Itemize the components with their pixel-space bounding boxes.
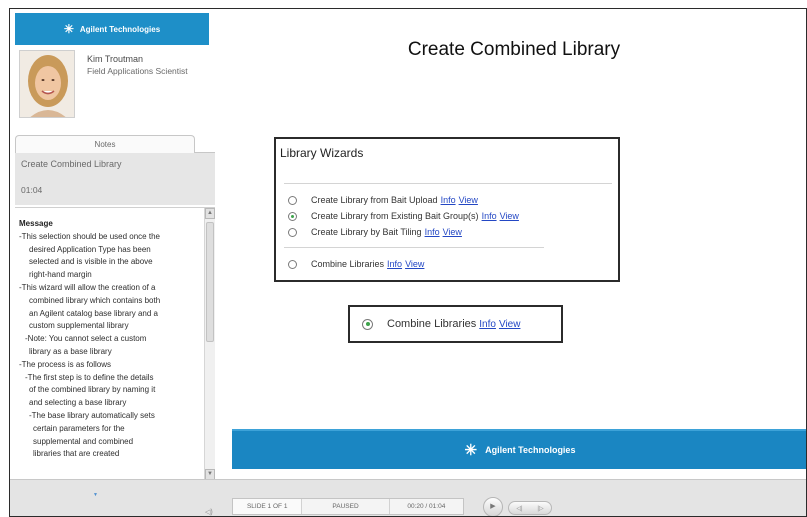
- play-button[interactable]: ▶: [483, 497, 503, 516]
- notes-text: Message -This selection should be used on…: [19, 218, 199, 461]
- scroll-thumb[interactable]: [206, 222, 214, 342]
- view-link[interactable]: View: [500, 211, 519, 221]
- radio-button-selected[interactable]: [362, 318, 373, 330]
- info-link[interactable]: Info: [425, 227, 440, 237]
- notes-line: -This wizard will allow the creation of …: [19, 282, 156, 292]
- option-label: Combine Libraries: [311, 259, 385, 269]
- agilent-spark-icon: ✳: [464, 441, 478, 459]
- current-slide-entry[interactable]: Create Combined Library 01:04: [15, 153, 215, 205]
- view-link[interactable]: View: [499, 319, 521, 330]
- radio-button[interactable]: [288, 259, 297, 269]
- sidebar-logo-text: Agilent Technologies: [79, 24, 161, 34]
- sidebar: ✳ Agilent Technologies Kim Troutman Fiel…: [10, 9, 220, 479]
- presenter-name: Kim Troutman: [87, 54, 144, 64]
- slide-footer-brand-band: ✳ Agilent Technologies: [232, 429, 806, 469]
- option-label: Create Library from Bait Upload: [311, 195, 438, 205]
- slide-title: Create Combined Library: [407, 39, 621, 60]
- notes-line: custom supplemental library: [29, 321, 129, 331]
- wizard-divider: [284, 183, 612, 184]
- view-link[interactable]: View: [443, 227, 462, 237]
- agilent-spark-icon: ✳: [63, 22, 74, 36]
- notes-line: -The process is as follows: [19, 359, 112, 369]
- notes-line: libraries that are created: [33, 449, 120, 459]
- scroll-down-arrow-icon[interactable]: ▼: [205, 469, 215, 479]
- notes-line: desired Application Type has been: [29, 244, 151, 254]
- presenter-title: Field Applications Scientist: [87, 66, 188, 76]
- presenter-card: Kim Troutman Field Applications Scientis…: [15, 47, 215, 137]
- callout-label: Combine Libraries: [387, 318, 477, 330]
- notes-line: certain parameters for the: [33, 423, 125, 433]
- wizard-option-existing-bait-groups[interactable]: Create Library from Existing Bait Group(…: [288, 211, 519, 221]
- volume-icon[interactable]: ◁): [205, 508, 213, 516]
- playback-time: 00:20 / 01:04: [407, 503, 446, 510]
- library-wizards-title: Library Wizards: [280, 146, 364, 160]
- footer-logo-text: Agilent Technologies: [485, 445, 576, 455]
- notes-heading: Message: [19, 219, 53, 228]
- notes-line: of the combined library by naming it: [29, 385, 156, 395]
- wizard-option-combine-libraries[interactable]: Combine Libraries Info View: [288, 259, 424, 269]
- notes-line: selected and is visible in the above: [29, 257, 153, 267]
- seek-position-marker-icon[interactable]: ▼: [93, 492, 98, 498]
- combine-libraries-callout[interactable]: Combine Libraries Info View: [348, 305, 563, 343]
- option-label: Create Library by Bait Tiling: [311, 227, 422, 237]
- current-slide-duration: 01:04: [21, 185, 43, 195]
- playback-state: PAUSED: [302, 499, 390, 514]
- wizard-option-bait-tiling[interactable]: Create Library by Bait Tiling Info View: [288, 227, 462, 237]
- view-link[interactable]: View: [459, 195, 478, 205]
- previous-slide-icon[interactable]: ◁|: [516, 505, 522, 512]
- wizard-divider: [284, 247, 544, 248]
- notes-line: supplemental and combined: [33, 436, 134, 446]
- notes-line: -This selection should be used once the: [19, 231, 160, 241]
- presentation-player-window: ✳ Agilent Technologies Kim Troutman Fiel…: [9, 8, 807, 517]
- radio-button-selected[interactable]: [288, 211, 297, 221]
- player-control-bar: ◁) ▼ SLIDE 1 OF 1 PAUSED 00:20 / 01:04 ▶…: [10, 479, 806, 516]
- notes-scrollbar[interactable]: ▲ ▼: [204, 208, 215, 479]
- radio-button[interactable]: [288, 195, 297, 205]
- notes-line: -Note: You cannot select a custom: [25, 334, 147, 344]
- current-slide-title: Create Combined Library: [21, 159, 122, 169]
- view-link[interactable]: View: [405, 259, 424, 269]
- notes-line: library as a base library: [29, 346, 112, 356]
- notes-line: -The first step is to define the details: [25, 372, 154, 382]
- notes-line: right-hand margin: [29, 270, 92, 280]
- notes-line: and selecting a base library: [29, 398, 127, 408]
- next-slide-icon[interactable]: |▷: [537, 505, 543, 512]
- radio-button[interactable]: [288, 227, 297, 237]
- scroll-up-arrow-icon[interactable]: ▲: [205, 208, 215, 219]
- wizard-option-bait-upload[interactable]: Create Library from Bait Upload Info Vie…: [288, 195, 478, 205]
- tab-notes[interactable]: Notes: [15, 135, 195, 153]
- info-link[interactable]: Info: [387, 259, 402, 269]
- notes-line: -The base library automatically sets: [29, 410, 155, 420]
- slide-nav-buttons: ◁| |▷: [508, 501, 552, 515]
- seek-bar[interactable]: SLIDE 1 OF 1 PAUSED 00:20 / 01:04: [232, 498, 464, 515]
- info-link[interactable]: Info: [479, 319, 496, 330]
- notes-line: an Agilent catalog base library and a: [29, 308, 158, 318]
- notes-line: combined library which contains both: [29, 295, 161, 305]
- option-label: Create Library from Existing Bait Group(…: [311, 211, 479, 221]
- slide-counter: SLIDE 1 OF 1: [233, 499, 303, 514]
- slide-canvas: Create Combined Library Library Wizards …: [220, 9, 806, 479]
- sidebar-logo-bar: ✳ Agilent Technologies: [15, 13, 209, 45]
- library-wizards-panel: Library Wizards Create Library from Bait…: [274, 137, 620, 282]
- presenter-avatar: [19, 50, 75, 118]
- info-link[interactable]: Info: [482, 211, 497, 221]
- notes-panel: Message -This selection should be used on…: [15, 207, 215, 479]
- info-link[interactable]: Info: [441, 195, 456, 205]
